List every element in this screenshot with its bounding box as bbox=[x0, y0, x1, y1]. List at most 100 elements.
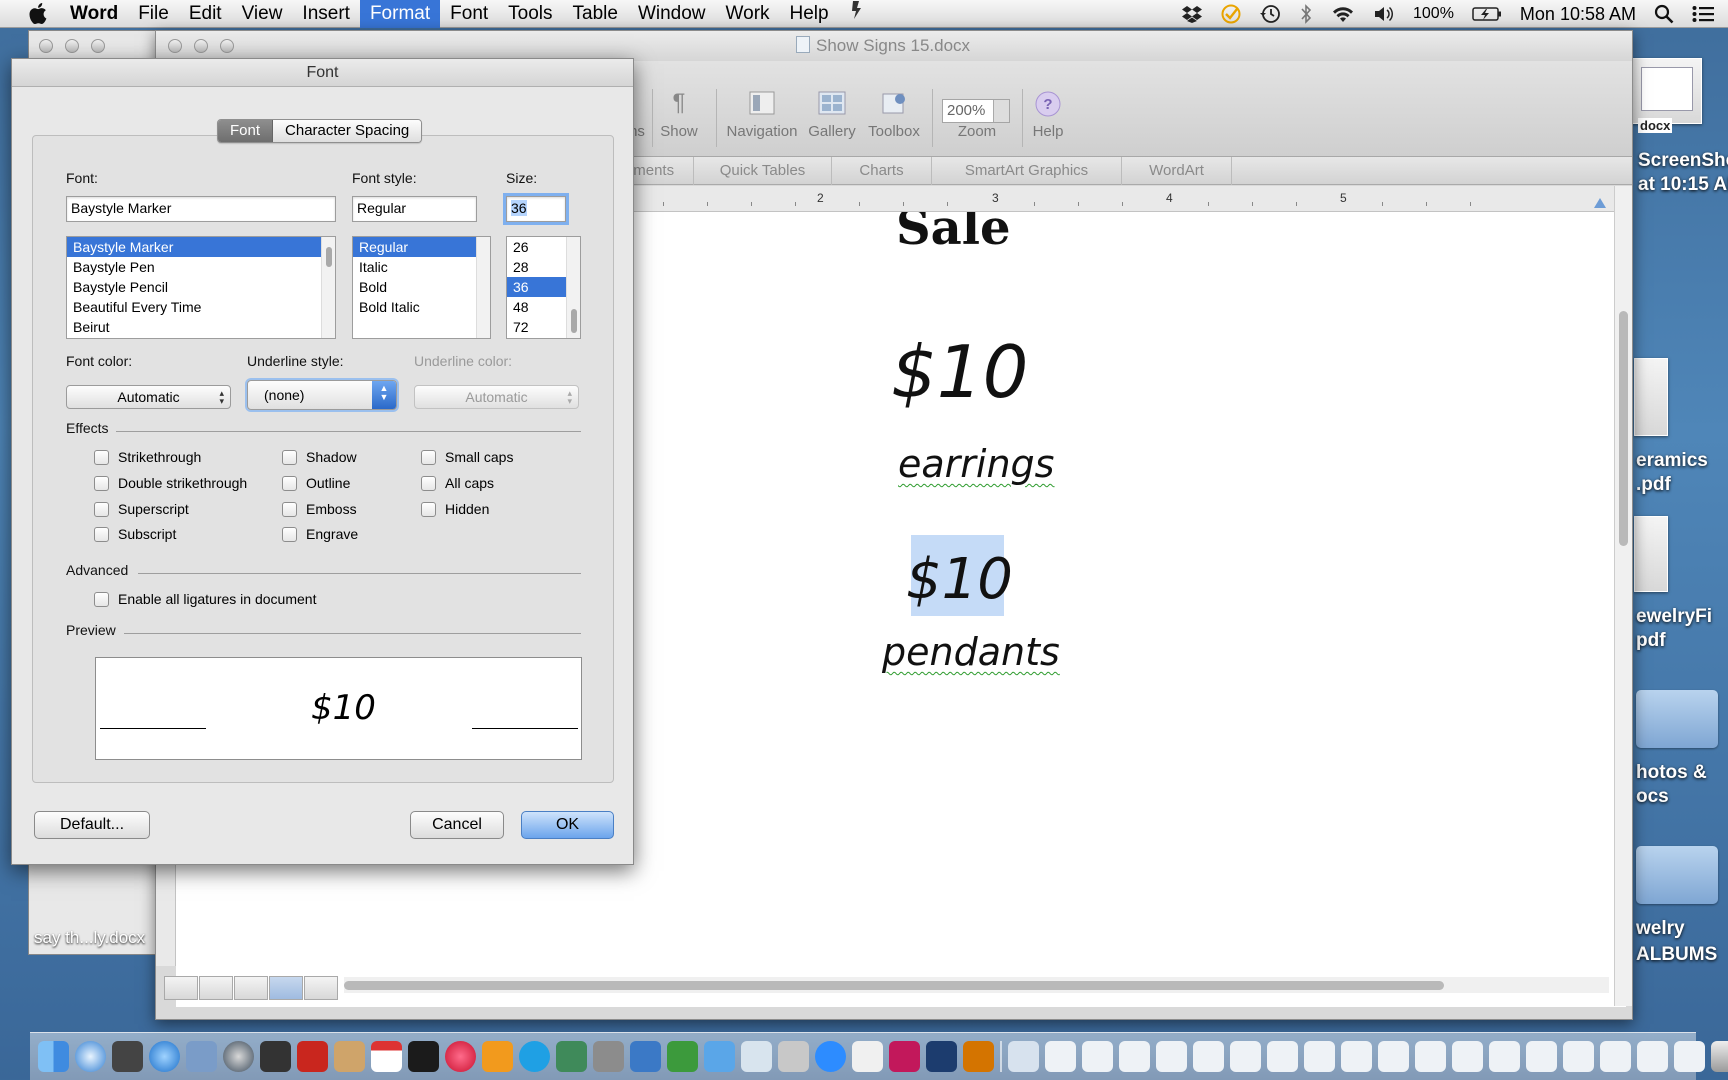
toolbar-show-button[interactable]: ¶ Show bbox=[656, 61, 702, 157]
font-list-item[interactable]: Beirut bbox=[67, 317, 335, 337]
desktop-label-photos[interactable]: hotos & bbox=[1636, 762, 1707, 784]
desktop-label-jewelryfile[interactable]: ewelryFi bbox=[1636, 606, 1712, 628]
vertical-scrollbar[interactable] bbox=[1614, 186, 1632, 1006]
dock-downloads-stack-icon[interactable] bbox=[1008, 1041, 1039, 1072]
view-outline-button[interactable] bbox=[199, 976, 233, 1000]
dock-minimized-window-icon[interactable] bbox=[1119, 1041, 1150, 1072]
dock-numbers-icon[interactable] bbox=[741, 1041, 772, 1072]
subscript-checkbox[interactable]: Subscript bbox=[94, 526, 176, 542]
font-name-field[interactable]: Baystyle Marker bbox=[66, 196, 336, 222]
small-caps-checkbox[interactable]: Small caps bbox=[421, 449, 513, 465]
desktop-jewelry-pdf-icon[interactable] bbox=[1634, 516, 1668, 592]
dropbox-icon[interactable] bbox=[1172, 0, 1212, 28]
dock-trash-icon[interactable] bbox=[1711, 1041, 1728, 1072]
strikethrough-checkbox[interactable]: Strikethrough bbox=[94, 449, 201, 465]
view-notebook-button[interactable] bbox=[304, 976, 338, 1000]
font-name-list[interactable]: Baystyle Marker Baystyle Pen Baystyle Pe… bbox=[66, 236, 336, 339]
ok-button[interactable]: OK bbox=[521, 811, 614, 839]
dock-zoom-icon[interactable] bbox=[815, 1041, 846, 1072]
style-list-item[interactable]: Bold bbox=[353, 277, 490, 297]
cancel-button[interactable]: Cancel bbox=[410, 811, 504, 839]
font-style-list[interactable]: Regular Italic Bold Bold Italic bbox=[352, 236, 491, 339]
menu-help[interactable]: Help bbox=[780, 0, 839, 28]
doc-price-earrings[interactable]: $10 bbox=[891, 330, 1028, 414]
ribbon-tab-wordart[interactable]: WordArt bbox=[1122, 157, 1232, 185]
horizontal-scrollbar[interactable] bbox=[344, 977, 1609, 993]
dock-illustrator-icon[interactable] bbox=[963, 1041, 994, 1072]
dock-indesign-icon[interactable] bbox=[889, 1041, 920, 1072]
dock-skype-icon[interactable] bbox=[519, 1041, 550, 1072]
dock-photo-booth-icon[interactable] bbox=[112, 1041, 143, 1072]
desktop-label-screenshot[interactable]: ScreenShot bbox=[1638, 150, 1728, 172]
font-size-field[interactable]: 36 bbox=[503, 193, 569, 225]
style-list-item[interactable]: Bold Italic bbox=[353, 297, 490, 317]
wifi-icon[interactable] bbox=[1322, 0, 1364, 28]
dock-contacts-icon[interactable] bbox=[334, 1041, 365, 1072]
checkbox-box[interactable] bbox=[94, 449, 109, 465]
dock-calendar-icon[interactable] bbox=[371, 1041, 402, 1072]
style-list-scrollbar[interactable] bbox=[476, 237, 490, 338]
view-draft-button[interactable] bbox=[164, 976, 198, 1000]
checkbox-box[interactable] bbox=[421, 501, 436, 517]
back-window-zoom-button[interactable] bbox=[91, 39, 105, 53]
vertical-scroll-thumb[interactable] bbox=[1619, 311, 1628, 546]
dock-minimized-window-icon[interactable] bbox=[1674, 1041, 1705, 1072]
dock-minimized-window-icon[interactable] bbox=[1045, 1041, 1076, 1072]
font-list-scrollbar[interactable] bbox=[321, 237, 335, 338]
checkbox-box[interactable] bbox=[421, 449, 436, 465]
menu-view[interactable]: View bbox=[232, 0, 293, 28]
dock-iphoto-icon[interactable] bbox=[556, 1041, 587, 1072]
shadow-checkbox[interactable]: Shadow bbox=[282, 449, 357, 465]
tasks-check-icon[interactable] bbox=[1212, 0, 1250, 28]
outline-checkbox[interactable]: Outline bbox=[282, 475, 350, 491]
checkbox-box[interactable] bbox=[282, 501, 297, 517]
dock-help-icon[interactable] bbox=[778, 1041, 809, 1072]
notification-center-icon[interactable] bbox=[1683, 0, 1728, 28]
font-style-field[interactable]: Regular bbox=[352, 196, 477, 222]
dock-minimized-window-icon[interactable] bbox=[1304, 1041, 1335, 1072]
dock-excel-icon[interactable] bbox=[667, 1041, 698, 1072]
spotlight-search-icon[interactable] bbox=[1645, 0, 1683, 28]
dock-minimized-window-icon[interactable] bbox=[1230, 1041, 1261, 1072]
back-window-close-button[interactable] bbox=[39, 39, 53, 53]
dock-safari-icon[interactable] bbox=[75, 1041, 106, 1072]
underline-style-popup[interactable]: (none) ▲ ▼ bbox=[247, 380, 397, 410]
dock-minimized-window-icon[interactable] bbox=[1341, 1041, 1372, 1072]
window-zoom-button[interactable] bbox=[220, 39, 234, 53]
dock-minimized-window-icon[interactable] bbox=[1267, 1041, 1298, 1072]
menu-file[interactable]: File bbox=[128, 0, 179, 28]
all-caps-checkbox[interactable]: All caps bbox=[421, 475, 494, 491]
dock-system-preferences-icon[interactable] bbox=[593, 1041, 624, 1072]
dock-minimized-window-icon[interactable] bbox=[1637, 1041, 1668, 1072]
back-window-minimize-button[interactable] bbox=[65, 39, 79, 53]
desktop-label-albums[interactable]: ALBUMS bbox=[1636, 944, 1717, 966]
style-list-item[interactable]: Regular bbox=[353, 237, 490, 257]
doc-item-earrings[interactable]: earrings bbox=[898, 442, 1054, 486]
dock-minimized-window-icon[interactable] bbox=[1526, 1041, 1557, 1072]
time-machine-icon[interactable] bbox=[1250, 0, 1290, 28]
view-publishing-button[interactable] bbox=[234, 976, 268, 1000]
dock-minimized-window-icon[interactable] bbox=[1452, 1041, 1483, 1072]
menu-work[interactable]: Work bbox=[716, 0, 780, 28]
dock-finder-icon[interactable] bbox=[38, 1041, 69, 1072]
menu-format[interactable]: Format bbox=[359, 0, 441, 28]
dock-minimized-window-icon[interactable] bbox=[1415, 1041, 1446, 1072]
style-list-item[interactable]: Italic bbox=[353, 257, 490, 277]
dock-minimized-window-icon[interactable] bbox=[1193, 1041, 1224, 1072]
script-menu-icon[interactable] bbox=[839, 0, 873, 28]
desktop-ceramics-pdf-icon[interactable] bbox=[1634, 358, 1668, 436]
double-strikethrough-checkbox[interactable]: Double strikethrough bbox=[94, 475, 247, 491]
checkbox-box[interactable] bbox=[94, 526, 109, 542]
checkbox-box[interactable] bbox=[94, 475, 109, 491]
dock-dvd-player-icon[interactable] bbox=[260, 1041, 291, 1072]
ribbon-tab-smartart[interactable]: SmartArt Graphics bbox=[932, 157, 1122, 185]
dock-minimized-window-icon[interactable] bbox=[1378, 1041, 1409, 1072]
tab-character-spacing[interactable]: Character Spacing bbox=[273, 120, 422, 142]
checkbox-box[interactable] bbox=[94, 501, 109, 517]
toolbar-gallery-button[interactable]: Gallery bbox=[804, 61, 860, 157]
toolbar-help-button[interactable]: ? Help bbox=[1026, 61, 1070, 157]
dock-acrobat-icon[interactable] bbox=[297, 1041, 328, 1072]
checkbox-box[interactable] bbox=[94, 591, 109, 607]
font-list-item[interactable]: Baystyle Pencil bbox=[67, 277, 335, 297]
dock-app-store-icon[interactable] bbox=[149, 1041, 180, 1072]
